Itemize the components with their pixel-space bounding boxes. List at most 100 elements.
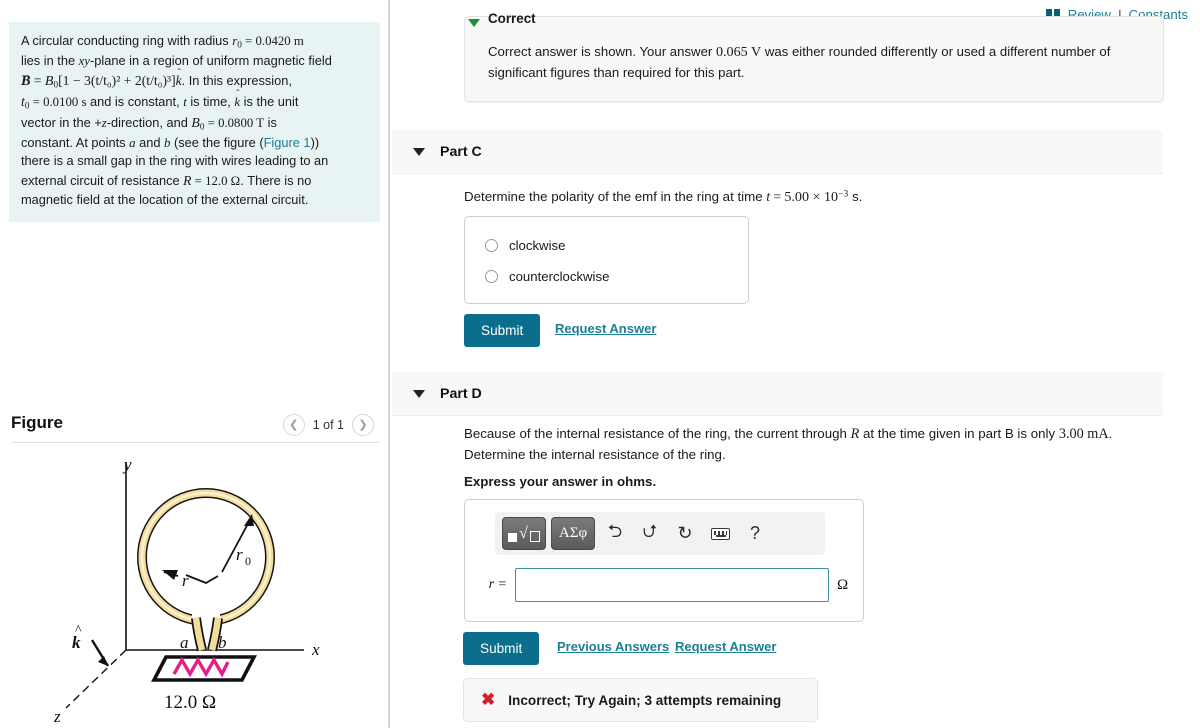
caret-down-icon-part-c[interactable] xyxy=(413,148,425,156)
part-d-submit-button[interactable]: Submit xyxy=(463,632,540,665)
problem-statement-card: A circular conducting ring with radius r… xyxy=(9,22,380,222)
t0-value: 0.0100 s xyxy=(43,94,87,109)
template-box-glyph xyxy=(529,530,540,542)
radio-button-counterclockwise[interactable] xyxy=(485,270,498,283)
template-sqrt-button[interactable]: √ xyxy=(502,517,546,550)
part-c-prompt-pre: Determine the polarity of the emf in the… xyxy=(464,189,767,204)
part-c-time-exponent: −3 xyxy=(838,188,849,200)
part-d-prompt-mid: at the time given in part B is only xyxy=(859,426,1059,441)
R-value: 12.0 Ω xyxy=(205,174,241,189)
k-hat-symbol-1: ̂k xyxy=(175,72,182,88)
resistance-label: 12.0 Ω xyxy=(164,692,216,713)
keyboard-icon[interactable] xyxy=(705,519,735,549)
part-c-time-unit: s. xyxy=(848,189,863,204)
point-a-label: a xyxy=(180,633,189,652)
B0-symbol-2: B xyxy=(191,114,200,130)
figure-diagram: y x z k ^ r 0 r a b 12.0 Ω xyxy=(46,452,346,728)
problem-line-5c: is xyxy=(264,114,277,130)
equals-2: = xyxy=(30,72,45,88)
part-d-answer-box: √ ΑΣφ ⮌ ⮍ ↻ ? r = Ω xyxy=(464,499,864,622)
equals-4: = xyxy=(204,115,219,130)
figure-title: Figure xyxy=(11,413,63,432)
equals-5: = xyxy=(191,174,206,189)
problem-statement-text: A circular conducting ring with radius r… xyxy=(20,32,368,210)
part-c-prompt: Determine the polarity of the emf in the… xyxy=(464,187,1144,208)
x-mark-icon: ✖ xyxy=(481,690,496,709)
part-d-answer-row: r = Ω xyxy=(477,568,848,602)
mastering-physics-page: A circular conducting ring with radius r… xyxy=(0,0,1200,728)
radio-option-counterclockwise[interactable]: counterclockwise xyxy=(485,269,609,284)
incorrect-alert-text: Incorrect; Try Again; 3 attempts remaini… xyxy=(508,692,782,708)
caret-down-icon-correct[interactable] xyxy=(468,19,480,27)
left-panel: A circular conducting ring with radius r… xyxy=(0,0,390,728)
problem-line-4c: is time, xyxy=(186,93,235,109)
problem-line-8b: . There is no xyxy=(240,173,312,189)
chevron-left-icon[interactable]: ❮ xyxy=(282,414,305,436)
part-d-header[interactable]: Part D xyxy=(392,372,1163,416)
figure-divider xyxy=(11,442,379,443)
chevron-right-icon[interactable]: ❯ xyxy=(352,414,374,436)
problem-line-6: constant. At points xyxy=(21,134,130,150)
correct-feedback-box: Correct Correct answer is shown. Your an… xyxy=(464,11,1164,102)
xy-plane-label: xy xyxy=(78,54,90,69)
part-d-instruction: Express your answer in ohms. xyxy=(464,474,657,489)
part-d-prompt: Because of the internal resistance of th… xyxy=(464,424,1149,465)
problem-line-3-tail: . In this expression, xyxy=(181,72,292,88)
correct-heading: Correct xyxy=(488,11,536,26)
part-c-time-value: 5.00 × 10 xyxy=(784,189,839,205)
greek-symbols-button[interactable]: ΑΣφ xyxy=(551,517,595,550)
part-d-previous-answers-link[interactable]: Previous Answers xyxy=(557,639,669,654)
correct-answer-value: 0.065 V xyxy=(715,44,762,60)
equals-3: = xyxy=(29,94,44,109)
point-b-label: b xyxy=(218,633,227,652)
part-d-incorrect-alert: ✖ Incorrect; Try Again; 3 attempts remai… xyxy=(463,678,818,722)
part-d-R-symbol: R xyxy=(850,426,860,442)
figure-1-link[interactable]: Figure 1 xyxy=(264,135,311,150)
problem-line-5: vector in the + xyxy=(21,114,102,130)
z-axis-line xyxy=(65,649,127,709)
redo-arrow-icon[interactable]: ⮍ xyxy=(635,519,665,549)
problem-line-7: there is a small gap in the ring with wi… xyxy=(21,153,329,169)
problem-line-6d: )) xyxy=(310,134,320,150)
problem-line-4d: is the unit xyxy=(240,93,299,109)
radio-button-clockwise[interactable] xyxy=(485,239,498,252)
z-axis-label: z xyxy=(53,707,61,726)
part-c-header[interactable]: Part C xyxy=(392,130,1163,174)
part-d-answer-label: r = xyxy=(488,577,507,592)
k-hat-circumflex: ^ xyxy=(75,623,82,638)
part-c-submit-button[interactable]: Submit xyxy=(464,314,541,347)
r-label: r xyxy=(182,571,189,590)
caret-down-icon-part-d[interactable] xyxy=(413,390,425,398)
problem-line-2b: -plane in a region of uniform magnetic f… xyxy=(90,53,332,69)
r0-label: r xyxy=(236,545,243,564)
part-c-equals: = xyxy=(770,189,785,204)
k-hat-arrowhead xyxy=(98,656,108,666)
math-toolbar: √ ΑΣφ ⮌ ⮍ ↻ ? xyxy=(495,512,825,555)
undo-arrow-icon[interactable]: ⮌ xyxy=(600,519,630,549)
B0-value: 0.0800 T xyxy=(218,115,265,130)
part-d-answer-input[interactable] xyxy=(515,568,829,602)
reset-circular-arrow-icon[interactable]: ↻ xyxy=(670,519,700,549)
part-d-answer-unit: Ω xyxy=(837,576,849,593)
problem-line-9: magnetic field at the location of the ex… xyxy=(21,191,309,207)
template-square-glyph xyxy=(508,532,518,542)
B-vector-symbol: → B xyxy=(20,68,32,89)
part-d-request-answer-link[interactable]: Request Answer xyxy=(675,639,776,654)
radio-label-counterclockwise: counterclockwise xyxy=(509,269,610,284)
equals-1: = xyxy=(241,34,256,48)
part-d-label: Part D xyxy=(440,386,482,402)
radio-option-clockwise[interactable]: clockwise xyxy=(485,238,565,253)
part-c-request-answer-link[interactable]: Request Answer xyxy=(555,321,656,336)
part-c-label: Part C xyxy=(440,144,482,160)
ring-circuit-svg: y x z k ^ r 0 r a b 12.0 Ω xyxy=(53,455,320,726)
problem-line-5b: -direction, and xyxy=(106,114,192,130)
help-question-icon[interactable]: ? xyxy=(740,519,770,549)
y-axis-label: y xyxy=(122,455,132,474)
r0-value: 0.0420 m xyxy=(255,34,304,48)
correct-body-text: Correct answer is shown. Your answer 0.0… xyxy=(488,42,1143,83)
r0-label-subscript: 0 xyxy=(245,554,251,568)
problem-line-8: external circuit of resistance xyxy=(21,173,184,189)
correct-body-pre: Correct answer is shown. Your answer xyxy=(488,44,716,59)
radio-label-clockwise: clockwise xyxy=(509,238,566,253)
problem-line-6b: and xyxy=(135,134,165,150)
